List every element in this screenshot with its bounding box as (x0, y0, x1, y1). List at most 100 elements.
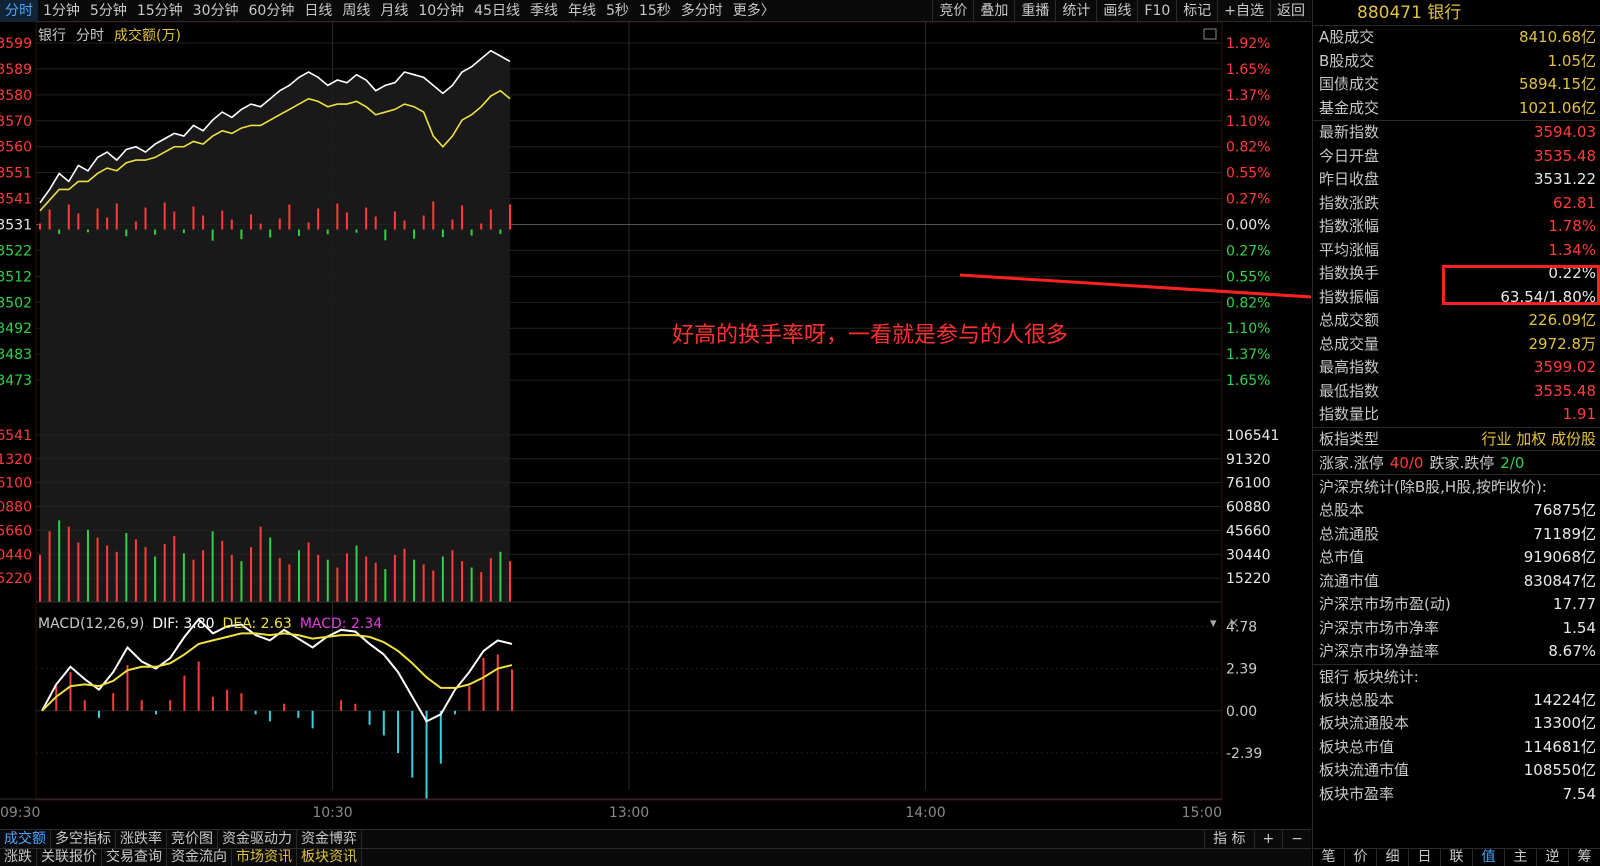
price-tick-left: 3551 (0, 166, 32, 182)
period-tab-8[interactable]: 月线 (375, 0, 413, 22)
info-tab-1[interactable]: 关联报价 (37, 849, 102, 866)
panel-tab-1[interactable]: 价 (1345, 849, 1377, 866)
info-tab-3[interactable]: 资金流向 (167, 849, 232, 866)
panel-tab-8[interactable]: 筹 (1569, 849, 1600, 866)
macd-collapse-icon[interactable]: ▾ (1210, 616, 1217, 631)
volume-tick-left: 6541 (0, 428, 32, 444)
indicator-tab-5[interactable]: 资金博弈 (297, 830, 362, 848)
period-tab-9[interactable]: 10分钟 (413, 0, 469, 22)
time-tick: 13:00 (609, 805, 649, 821)
fall-label: 跌家.跌停 (1429, 454, 1495, 472)
period-tab-7[interactable]: 周线 (337, 0, 375, 22)
toolbar-tool-8[interactable]: 返回 (1270, 0, 1311, 22)
panel-row-label: 板块总市值 (1319, 737, 1395, 756)
volume-tick-right: 30440 (1226, 547, 1271, 563)
sector-stats-title: 银行 板块统计: (1313, 663, 1600, 689)
panel-tab-0[interactable]: 笔 (1313, 849, 1345, 866)
panel-tab-6[interactable]: 主 (1505, 849, 1537, 866)
period-tab-4[interactable]: 30分钟 (188, 0, 244, 22)
price-tick-left: 3589 (0, 62, 32, 78)
macd-value: MACD: 2.34 (299, 616, 383, 632)
period-tab-14[interactable]: 15秒 (634, 0, 676, 22)
period-tab-3[interactable]: 15分钟 (132, 0, 188, 22)
panel-row: 沪深京市场市盈(动) 17.77 (1313, 593, 1600, 617)
rise-fall-row: 涨家.涨停 40/0 跌家.跌停 2/0 (1313, 450, 1600, 474)
toolbar-tool-6[interactable]: 标记 (1176, 0, 1217, 22)
price-tick-left: 3580 (0, 88, 32, 104)
panel-tab-5[interactable]: 值 (1473, 849, 1505, 866)
period-tab-15[interactable]: 多分时 (676, 0, 728, 22)
macd-close-icon[interactable]: × (1229, 616, 1240, 631)
indicator-control-1[interactable]: + (1253, 830, 1283, 848)
time-tick: 14:00 (905, 805, 945, 821)
panel-row-value: 7.54 (1562, 784, 1596, 803)
indicator-tab-4[interactable]: 资金驱动力 (218, 830, 297, 848)
period-tab-12[interactable]: 年线 (563, 0, 601, 22)
panel-row-value: 8410.68亿 (1518, 28, 1596, 46)
volume-tick-left: 5220 (0, 571, 32, 587)
toolbar-tool-2[interactable]: 重播 (1014, 0, 1055, 22)
panel-tab-4[interactable]: 联 (1441, 849, 1473, 866)
period-tab-10[interactable]: 45日线 (469, 0, 525, 22)
price-tick-right: 0.82% (1226, 295, 1270, 311)
macd-dea: DEA: 2.63 (222, 616, 292, 632)
volume-tick-right: 91320 (1226, 452, 1271, 468)
info-tabs: 涨跌 关联报价 交易查询 资金流向 市场资讯 板块资讯 (0, 848, 1311, 866)
panel-row: 指数涨跌 62.81 (1313, 192, 1600, 216)
info-tab-5[interactable]: 板块资讯 (297, 849, 362, 866)
panel-row: 指数涨幅 1.78% (1313, 215, 1600, 239)
price-tick-left: 3522 (0, 243, 32, 259)
macd-header: MACD(12,26,9) DIF: 3.80 DEA: 2.63 MACD: … (38, 616, 382, 632)
panel-tab-2[interactable]: 细 (1377, 849, 1409, 866)
panel-row-value: 5894.15亿 (1518, 75, 1596, 93)
toolbar-tool-1[interactable]: 叠加 (973, 0, 1014, 22)
panel-row-value: 1.34% (1548, 240, 1596, 259)
panel-row-value: 13300亿 (1533, 714, 1596, 732)
panel-row-value: 71189亿 (1533, 524, 1596, 543)
price-tick-left: 3531 (0, 218, 32, 234)
chart-amount-label: 成交额(万) (114, 28, 181, 44)
period-tab-1[interactable]: 1分钟 (38, 0, 85, 22)
chart-area[interactable]: 3599 1.92% 3589 1.65% 3580 1.37% 3570 1.10% 3560… (0, 22, 1311, 828)
volume-tick-right: 106541 (1226, 428, 1279, 444)
sector-type-value[interactable]: 行业 加权 成份股 (1481, 428, 1596, 451)
chart-mode: 分时 (76, 28, 104, 44)
indicator-control-0[interactable]: 指 标 (1204, 830, 1253, 848)
period-tab-2[interactable]: 5分钟 (85, 0, 132, 22)
price-tick-left: 3492 (0, 321, 32, 337)
panel-row-label: B股成交 (1319, 51, 1375, 70)
info-tab-0[interactable]: 涨跌 (0, 849, 37, 866)
period-tab-16[interactable]: 更多〉 (728, 0, 780, 22)
period-tab-13[interactable]: 5秒 (601, 0, 634, 22)
period-tab-6[interactable]: 日线 (299, 0, 337, 22)
price-tick-right: 0.27% (1226, 192, 1270, 208)
indicator-control-2[interactable]: − (1282, 830, 1311, 848)
panel-row-label: 昨日收盘 (1319, 170, 1380, 188)
period-tab-11[interactable]: 季线 (525, 0, 563, 22)
toolbar-tool-5[interactable]: F10 (1137, 0, 1176, 22)
toolbar-tool-7[interactable]: +自选 (1217, 0, 1270, 22)
panel-row: 总成交额 226.09亿 (1313, 309, 1600, 333)
panel-row-value: 1.78% (1548, 217, 1596, 235)
indicator-tab-1[interactable]: 多空指标 (51, 830, 116, 848)
panel-tab-7[interactable]: 逆 (1537, 849, 1569, 866)
info-tab-2[interactable]: 交易查询 (102, 849, 167, 866)
panel-row-value: 3531.22 (1533, 170, 1596, 188)
panel-row: 最高指数 3599.02 (1313, 356, 1600, 380)
toolbar-tool-0[interactable]: 竞价 (932, 0, 973, 22)
period-tab-0[interactable]: 分时 (0, 0, 38, 22)
panel-tab-3[interactable]: 日 (1409, 849, 1441, 866)
panel-title: 880471 银行 (1313, 0, 1600, 26)
panel-row: 总市值 919068亿 (1313, 546, 1600, 570)
indicator-tab-2[interactable]: 涨跌率 (116, 830, 167, 848)
intraday-chart-svg[interactable]: 3599 1.92% 3589 1.65% 3580 1.37% 3570 1.10% 3560… (0, 22, 1311, 828)
indicator-tab-0[interactable]: 成交额 (0, 830, 51, 848)
panel-row-value: 3594.03 (1533, 123, 1596, 141)
toolbar-tool-3[interactable]: 统计 (1055, 0, 1096, 22)
indicator-tab-3[interactable]: 竞价图 (167, 830, 218, 848)
period-tab-5[interactable]: 60分钟 (244, 0, 300, 22)
panel-row: 板块流通股本 13300亿 (1313, 712, 1600, 736)
toolbar-tool-4[interactable]: 画线 (1096, 0, 1137, 22)
info-tab-4[interactable]: 市场资讯 (232, 849, 297, 866)
sector-type-label: 板指类型 (1319, 429, 1380, 448)
